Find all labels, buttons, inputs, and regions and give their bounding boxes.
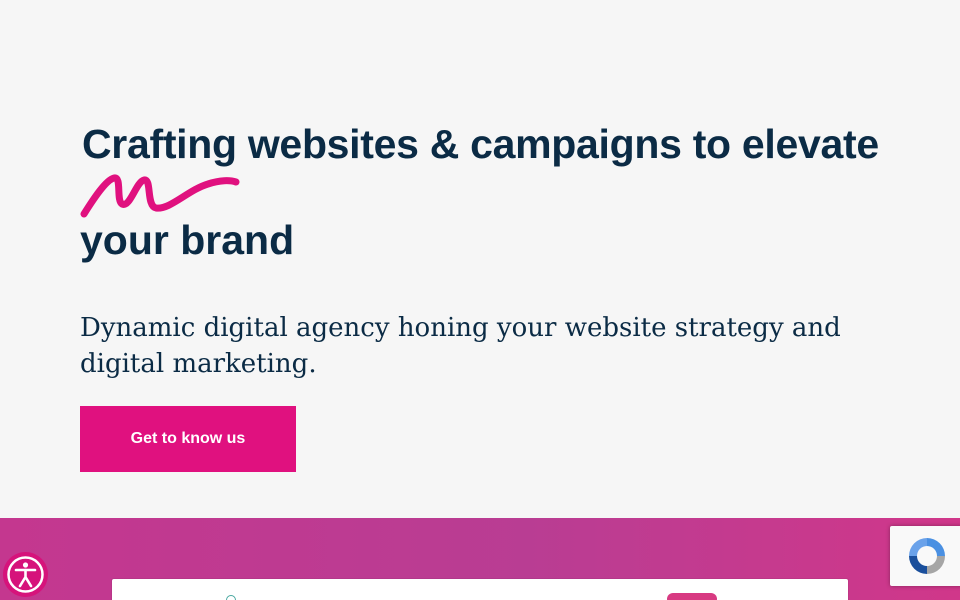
headline-line-1: Crafting websites & campaigns to elevate bbox=[82, 121, 879, 167]
preview-button-shape bbox=[667, 593, 717, 600]
recaptcha-logo-icon bbox=[909, 538, 945, 574]
headline-line-2: your brand bbox=[80, 217, 295, 263]
website-preview-card bbox=[112, 579, 848, 600]
get-to-know-us-button[interactable]: Get to know us bbox=[80, 406, 296, 472]
recaptcha-badge[interactable] bbox=[890, 526, 960, 586]
hero-section: Crafting websites & campaigns to elevate… bbox=[0, 0, 960, 518]
accessibility-button[interactable] bbox=[3, 552, 48, 597]
clients-band bbox=[0, 518, 960, 600]
hero-subheading: Dynamic digital agency honing your websi… bbox=[80, 313, 841, 379]
preview-logo-icon bbox=[226, 595, 236, 600]
accessibility-person-icon bbox=[7, 556, 44, 593]
page: Crafting websites & campaigns to elevate… bbox=[0, 0, 960, 600]
